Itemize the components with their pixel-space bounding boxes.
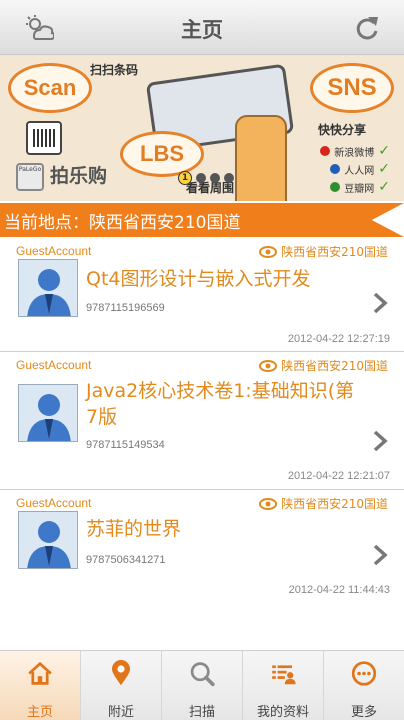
magnifier-icon [190, 662, 215, 687]
item-location: 陕西省西安210国道 [259, 495, 388, 512]
tab-label: 我的资料 [256, 705, 309, 720]
avatar [18, 384, 78, 442]
account-name: GuestAccount [16, 496, 92, 510]
more-icon [351, 661, 377, 686]
timestamp: 2012-04-22 12:27:19 [287, 333, 390, 345]
barcode-icon [26, 121, 62, 155]
bottom-tab-bar: 主页 附近 扫描 我的资料 更多 [0, 650, 404, 720]
isbn: 9787115196569 [86, 302, 165, 314]
account-name: GuestAccount [16, 358, 92, 372]
refresh-icon[interactable] [354, 14, 380, 42]
lbs-label: LBS [140, 141, 184, 166]
book-title: Qt4图形设计与嵌入式开发 [86, 268, 311, 290]
social-weibo-label: 新浪微博 [334, 147, 375, 159]
page-title: 主页 [181, 18, 223, 42]
social-douban: 豆瓣网 ✓ [330, 179, 390, 195]
item-location: 陕西省西安210国道 [259, 357, 388, 374]
eye-icon [259, 359, 278, 372]
banner-pager[interactable]: 1 [178, 171, 234, 185]
sns-bubble: SNS [310, 63, 394, 113]
book-title: 苏菲的世界 [86, 518, 182, 540]
scan-caption: 扫扫条码 [90, 63, 139, 77]
chevron-right-icon[interactable] [372, 544, 388, 566]
item-location-label: 陕西省西安210国道 [281, 497, 388, 511]
tab-label: 扫描 [188, 705, 215, 720]
check-icon: ✓ [378, 161, 390, 177]
pager-dot[interactable] [224, 173, 234, 183]
avatar [18, 511, 78, 569]
eye-icon [259, 245, 278, 258]
top-bar: 主页 [0, 0, 404, 55]
palego-logo: PaLeGo [16, 163, 44, 191]
item-location-label: 陕西省西安210国道 [281, 359, 388, 373]
chevron-right-icon[interactable] [372, 292, 388, 314]
book-title: Java2核心技术卷1:基础知识(第7版 [86, 380, 355, 428]
tab-home[interactable]: 主页 [0, 651, 81, 720]
current-location-text: 当前地点：陕西省西安210国道 [4, 213, 241, 233]
weibo-icon [320, 146, 331, 156]
tab-scan[interactable]: 扫描 [162, 651, 243, 720]
pager-dot[interactable] [210, 173, 220, 183]
scan-label: Scan [23, 75, 77, 100]
chevron-right-icon[interactable] [372, 430, 388, 452]
brand-name: 拍乐购 [50, 165, 108, 187]
current-location-bar: 当前地点：陕西省西安210国道 [0, 203, 404, 237]
tab-label: 更多 [350, 705, 377, 720]
sns-caption: 快快分享 [318, 123, 367, 137]
pager-dot[interactable] [196, 173, 206, 183]
tab-nearby[interactable]: 附近 [81, 651, 162, 720]
social-weibo: 新浪微博 ✓ [320, 143, 390, 159]
home-icon [28, 662, 52, 685]
palego-logo-text: PaLeGo [18, 166, 42, 173]
item-location-label: 陕西省西安210国道 [281, 245, 388, 259]
renren-icon [330, 164, 341, 174]
check-icon: ✓ [378, 179, 390, 195]
social-renren: 人人网 ✓ [330, 161, 390, 177]
check-icon: ✓ [378, 143, 390, 159]
eye-icon [259, 497, 278, 510]
list-item[interactable]: GuestAccount 陕西省西安210国道 Qt4图形设计与嵌入式开发 97… [0, 240, 404, 352]
douban-icon [330, 182, 341, 192]
hand-illustration [235, 115, 287, 201]
location-pin-icon [112, 660, 130, 686]
tab-label: 附近 [107, 705, 134, 720]
timestamp: 2012-04-22 11:44:43 [288, 584, 390, 596]
scan-bubble: Scan [8, 63, 92, 113]
item-location: 陕西省西安210国道 [259, 243, 388, 260]
avatar [18, 259, 78, 317]
profile-list-icon [272, 665, 296, 685]
social-renren-label: 人人网 [344, 165, 375, 177]
tab-profile[interactable]: 我的资料 [243, 651, 324, 720]
social-douban-label: 豆瓣网 [344, 183, 375, 195]
isbn: 9787506341271 [86, 554, 166, 566]
tab-more[interactable]: 更多 [324, 651, 404, 720]
account-name: GuestAccount [16, 244, 92, 258]
pager-dot-active[interactable]: 1 [178, 171, 192, 185]
list-item[interactable]: GuestAccount 陕西省西安210国道 Java2核心技术卷1:基础知识… [0, 354, 404, 490]
list-item[interactable]: GuestAccount 陕西省西安210国道 苏菲的世界 9787506341… [0, 492, 404, 604]
sns-label: SNS [327, 74, 377, 101]
tab-label: 主页 [26, 705, 53, 720]
promo-banner[interactable]: Scan 扫扫条码 SNS 快快分享 LBS 看看周围 1 PaLeGo 拍乐购… [0, 55, 404, 201]
isbn: 9787115149534 [86, 439, 165, 451]
timestamp: 2012-04-22 12:21:07 [287, 470, 390, 482]
